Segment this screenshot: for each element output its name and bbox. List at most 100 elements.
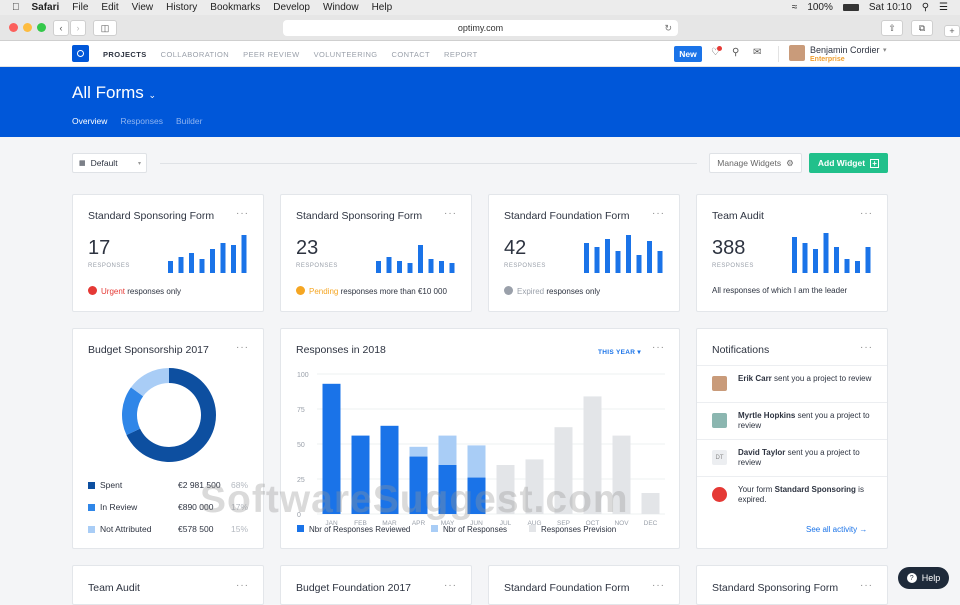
notification-item[interactable]: Your form Standard Sponsoring is expired… [697,476,887,513]
nav-projects[interactable]: PROJECTS [103,50,147,59]
optimy-logo[interactable] [72,45,89,62]
share-button[interactable]: ⇧ [881,20,903,36]
menubar-item[interactable]: Help [372,2,393,13]
more-icon[interactable]: ··· [236,208,249,219]
expired-icon [504,286,513,295]
more-icon[interactable]: ··· [860,208,873,219]
chevron-down-icon[interactable]: ▾ [883,46,887,54]
card-title: Standard Sponsoring Form [88,210,215,222]
more-icon[interactable]: ··· [860,342,873,353]
chevron-down-icon[interactable]: ⌄ [149,90,157,100]
wifi-icon[interactable]: ≈ [792,2,798,13]
notification-item[interactable]: Myrtle Hopkins sent you a project to rev… [697,402,887,439]
nav-peer-review[interactable]: PEER REVIEW [243,50,300,59]
apple-icon[interactable]:  [12,2,20,13]
manage-widgets-label: Manage Widgets [717,158,782,168]
tab-responses[interactable]: Responses [120,116,163,126]
user-name[interactable]: Benjamin Cordier [810,45,880,55]
more-icon[interactable]: ··· [444,208,457,219]
menubar-app[interactable]: Safari [32,2,60,13]
legend-label: Nbr of Responses Reviewed [309,525,410,534]
mail-icon[interactable]: ✉ [753,47,761,58]
sparkline-bar [449,263,455,273]
legend-swatch [297,525,304,532]
widget-card[interactable]: Standard Sponsoring Form ··· [696,565,888,605]
menubar-item[interactable]: History [166,2,197,13]
widget-card[interactable]: Budget Foundation 2017 ··· [280,565,472,605]
notification-item[interactable]: Erik Carr sent you a project to review [697,365,887,402]
battery-icon[interactable] [842,4,859,11]
widget-card[interactable]: Team Audit ··· [72,565,264,605]
new-button[interactable]: New [674,46,702,62]
menubar-item[interactable]: Edit [101,2,118,13]
see-all-activity-link[interactable]: See all activity → [806,525,867,534]
tab-overview[interactable]: Overview [72,116,107,126]
minimize-window-button[interactable] [23,23,32,32]
new-tab-button[interactable]: + [944,25,960,37]
more-icon[interactable]: ··· [236,342,249,353]
stat-card[interactable]: Standard Sponsoring Form ··· 17 RESPONSES Ur… [72,194,264,312]
clock[interactable]: Sat 10:10 [869,2,912,13]
nav-volunteering[interactable]: VOLUNTEERING [314,50,378,59]
legend-swatch [88,526,95,534]
tabs-button[interactable]: ⧉ [911,20,933,36]
sparkline-bar [657,251,663,273]
page-title[interactable]: All Forms ⌄ [72,83,156,103]
more-icon[interactable]: ··· [652,208,665,219]
back-button[interactable]: ‹ [53,20,69,36]
user-avatar[interactable] [789,45,805,61]
nav-contact[interactable]: CONTACT [392,50,431,59]
zoom-window-button[interactable] [37,23,46,32]
close-window-button[interactable] [9,23,18,32]
reload-icon[interactable]: ↻ [664,23,672,34]
status-text: responses only [546,287,601,296]
bell-icon[interactable]: ♡ [711,46,722,58]
battery-percent: 100% [807,2,833,13]
nav-report[interactable]: REPORT [444,50,478,59]
status-word: Pending [309,287,339,296]
add-widget-button[interactable]: Add Widget + [809,153,888,173]
widget-card[interactable]: Standard Foundation Form ··· [488,565,680,605]
address-bar[interactable]: optimy.com ↻ [283,20,678,36]
notification-item[interactable]: DT David Taylor sent you a project to rev… [697,439,887,476]
search-icon[interactable]: ⚲ [922,2,929,13]
search-icon[interactable]: ⚲ [732,47,739,58]
view-select[interactable]: ▦ Default ▾ [72,153,147,173]
tab-builder[interactable]: Builder [176,116,202,126]
sidebar-toggle-button[interactable]: ◫ [93,20,117,36]
menubar-item[interactable]: File [72,2,88,13]
view-select-label: Default [90,158,118,168]
stat-card[interactable]: Team Audit ··· 388 RESPONSES All responses o… [696,194,888,312]
menubar-item[interactable]: Window [323,2,359,13]
status-line: Urgent responses only [88,286,181,296]
stat-card[interactable]: Standard Sponsoring Form ··· 23 RESPONSES Pe… [280,194,472,312]
notification-subject: Standard Sponsoring [774,485,856,494]
legend-label: Responses Prevision [541,525,616,534]
notification-post: sent you a project to review [771,374,872,383]
more-icon[interactable]: ··· [444,580,457,591]
menubar-item[interactable]: View [132,2,154,13]
sparkline-bar [855,261,860,273]
menubar-item[interactable]: Bookmarks [210,2,260,13]
sparkline-bar [636,255,642,273]
stat-card[interactable]: Standard Foundation Form ··· 42 RESPONSES Ex… [488,194,680,312]
more-icon[interactable]: ··· [860,580,873,591]
sparkline-bar [844,259,850,273]
sparkline-bar [199,259,205,273]
watermark: SoftwareSuggest.com [200,478,629,521]
sync-icon [296,286,305,295]
legend-not-attributed: Not Attributed €578 500 15% [88,524,248,534]
more-icon[interactable]: ··· [652,580,665,591]
help-button[interactable]: ? Help [898,567,949,589]
status-line: Expired responses only [504,286,600,296]
forward-button[interactable]: › [70,20,86,36]
manage-widgets-button[interactable]: Manage Widgets ⚙ [709,153,802,173]
sparkline-bar [220,243,226,273]
sparkline-bar [615,251,621,273]
nav-collaboration[interactable]: COLLABORATION [161,50,229,59]
more-icon[interactable]: ··· [236,580,249,591]
list-icon[interactable]: ☰ [939,2,948,13]
main-nav: PROJECTS COLLABORATION PEER REVIEW VOLUN… [103,41,492,67]
y-tick-label: 50 [297,442,305,449]
menubar-item[interactable]: Develop [273,2,310,13]
